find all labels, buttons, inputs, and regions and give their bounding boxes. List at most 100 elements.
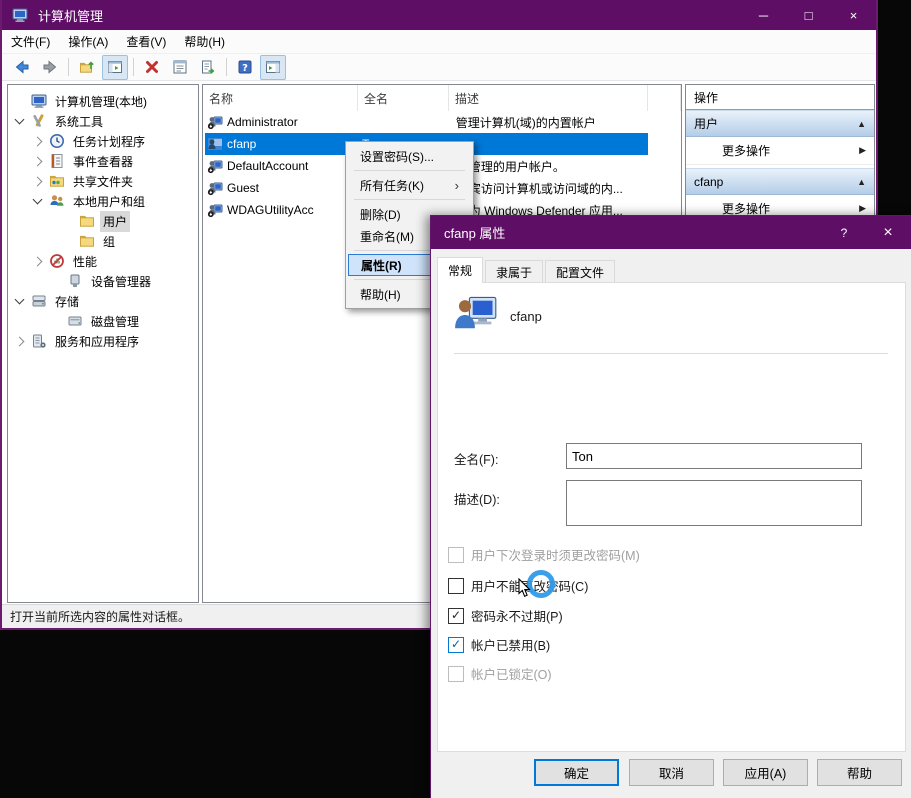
computer-icon bbox=[12, 7, 28, 23]
menu-item-all-tasks[interactable]: 所有任务(K) › bbox=[348, 174, 471, 196]
more-arrow-icon: ▶ bbox=[859, 145, 866, 155]
chevron-right-icon[interactable] bbox=[14, 336, 25, 346]
tab-member-of[interactable]: 隶属于 bbox=[485, 260, 544, 283]
menu-bar: 文件(F) 操作(A) 查看(V) 帮助(H) bbox=[2, 30, 876, 54]
list-row-administrator[interactable]: Administrator 管理计算机(域)的内置帐户 bbox=[205, 111, 648, 133]
dialog-help-button[interactable]: ? bbox=[822, 216, 866, 249]
column-header-extra[interactable] bbox=[648, 85, 681, 111]
menu-item-set-password[interactable]: 设置密码(S)... bbox=[348, 145, 471, 167]
close-button[interactable]: × bbox=[831, 0, 876, 30]
menu-separator bbox=[354, 199, 465, 200]
full-name-input[interactable] bbox=[566, 443, 862, 469]
cancel-button[interactable]: 取消 bbox=[629, 759, 714, 786]
help-icon[interactable] bbox=[232, 55, 258, 80]
tree-item-system-tools[interactable]: 系统工具 bbox=[14, 111, 106, 131]
folder-icon bbox=[79, 233, 95, 249]
chevron-down-icon[interactable] bbox=[32, 194, 43, 205]
submenu-arrow-icon: › bbox=[454, 177, 459, 193]
show-action-pane-icon[interactable] bbox=[260, 54, 286, 80]
show-console-tree-icon[interactable] bbox=[102, 54, 128, 80]
computer-icon bbox=[31, 93, 47, 109]
checkbox-account-disabled[interactable]: 帐户已禁用(B) bbox=[448, 635, 550, 654]
desktop: 计算机管理 ─ □ × 文件(F) 操作(A) 查看(V) 帮助(H) 计算机管… bbox=[0, 0, 911, 798]
tab-strip: 常规 隶属于 配置文件 bbox=[437, 257, 617, 283]
user-account-icon bbox=[207, 158, 223, 174]
description-input[interactable] bbox=[566, 480, 862, 526]
collapse-icon[interactable]: ▲ bbox=[857, 119, 866, 129]
tree-item-device-manager[interactable]: 设备管理器 bbox=[52, 271, 154, 291]
ok-button[interactable]: 确定 bbox=[534, 759, 619, 786]
actions-pane-title: 操作 bbox=[686, 85, 874, 110]
chevron-right-icon[interactable] bbox=[32, 136, 43, 146]
title-bar[interactable]: 计算机管理 ─ □ × bbox=[2, 0, 876, 30]
tree-item-computer-management[interactable]: 计算机管理(本地) bbox=[16, 91, 150, 111]
menu-file[interactable]: 文件(F) bbox=[2, 30, 59, 53]
chevron-down-icon[interactable] bbox=[14, 294, 25, 305]
forward-icon[interactable] bbox=[37, 55, 63, 80]
menu-separator bbox=[354, 170, 465, 171]
folder-icon bbox=[79, 213, 95, 229]
checkbox-checked-icon[interactable] bbox=[448, 636, 464, 653]
checkbox-icon[interactable] bbox=[448, 577, 464, 594]
menu-view[interactable]: 查看(V) bbox=[117, 30, 175, 53]
checkbox-icon bbox=[448, 546, 464, 563]
tree-item-users[interactable]: 用户 bbox=[64, 210, 131, 232]
tree-item-local-users-groups[interactable]: 本地用户和组 bbox=[32, 191, 148, 211]
apply-button[interactable]: 应用(A) bbox=[723, 759, 808, 786]
chevron-down-icon[interactable] bbox=[14, 114, 25, 125]
help-button[interactable]: 帮助 bbox=[817, 759, 902, 786]
column-header-description[interactable]: 描述 bbox=[449, 85, 648, 111]
console-tree-panel: 计算机管理(本地) 系统工具 任务计划程序 事件查看器 共享文件夹 本地用户和组… bbox=[7, 84, 199, 603]
collapse-icon[interactable]: ▲ bbox=[857, 177, 866, 187]
tree-item-shared-folders[interactable]: 共享文件夹 bbox=[32, 171, 136, 191]
menu-action[interactable]: 操作(A) bbox=[59, 30, 117, 53]
tree-item-event-viewer[interactable]: 事件查看器 bbox=[32, 151, 136, 171]
dialog-close-button[interactable]: × bbox=[866, 216, 910, 249]
delete-icon[interactable] bbox=[139, 55, 165, 80]
tree-item-services-applications[interactable]: 服务和应用程序 bbox=[14, 331, 142, 351]
actions-section-cfanp[interactable]: cfanp ▲ bbox=[686, 168, 874, 195]
chevron-right-icon[interactable] bbox=[32, 176, 43, 186]
chevron-right-icon[interactable] bbox=[32, 256, 43, 266]
dialog-title: cfanp 属性 bbox=[444, 226, 506, 241]
tree-item-performance[interactable]: 性能 bbox=[32, 251, 100, 271]
window-title: 计算机管理 bbox=[38, 8, 104, 24]
column-header-fullname[interactable]: 全名 bbox=[358, 85, 449, 111]
checkbox-password-never-expires[interactable]: 密码永不过期(P) bbox=[448, 606, 563, 625]
actions-section-users[interactable]: 用户 ▲ bbox=[686, 110, 874, 137]
up-one-level-icon[interactable] bbox=[74, 55, 100, 80]
toolbar-separator bbox=[226, 58, 227, 76]
back-icon[interactable] bbox=[9, 55, 35, 80]
tree-item-disk-management[interactable]: 磁盘管理 bbox=[52, 311, 142, 331]
clock-icon bbox=[49, 133, 65, 149]
description-label: 描述(D): bbox=[454, 493, 500, 507]
tab-general[interactable]: 常规 bbox=[437, 257, 484, 283]
storage-icon bbox=[31, 293, 47, 309]
device-icon bbox=[67, 273, 83, 289]
toolbar bbox=[2, 54, 876, 81]
user-account-selected-icon bbox=[207, 136, 223, 152]
chevron-right-icon[interactable] bbox=[32, 156, 43, 166]
dialog-user-name: cfanp bbox=[510, 309, 542, 324]
shared-folder-icon bbox=[49, 173, 65, 189]
performance-icon bbox=[49, 253, 65, 269]
tree-item-groups[interactable]: 组 bbox=[64, 231, 118, 251]
checkbox-checked-icon[interactable] bbox=[448, 607, 464, 624]
menu-help[interactable]: 帮助(H) bbox=[175, 30, 234, 53]
column-header-name[interactable]: 名称 bbox=[203, 85, 358, 111]
toolbar-separator bbox=[133, 58, 134, 76]
tree-item-storage[interactable]: 存储 bbox=[14, 291, 82, 311]
status-text: 打开当前所选内容的属性对话框。 bbox=[10, 610, 191, 624]
properties-icon[interactable] bbox=[167, 55, 193, 80]
checkbox-must-change-password: 用户下次登录时须更改密码(M) bbox=[448, 545, 640, 564]
more-actions-users[interactable]: 更多操作 ▶ bbox=[686, 137, 874, 165]
tab-profile[interactable]: 配置文件 bbox=[545, 260, 616, 283]
maximize-button[interactable]: □ bbox=[786, 0, 831, 30]
toolbar-separator bbox=[68, 58, 69, 76]
cfanp-properties-dialog: cfanp 属性 ? × 常规 隶属于 配置文件 cfanp 全名(F): 描述… bbox=[430, 215, 911, 798]
minimize-button[interactable]: ─ bbox=[741, 0, 786, 30]
general-tab-page: cfanp 全名(F): 描述(D): 用户下次登录时须更改密码(M) 用户不能… bbox=[437, 282, 906, 752]
export-list-icon[interactable] bbox=[195, 55, 221, 80]
user-picture-icon bbox=[454, 295, 498, 335]
tree-item-task-scheduler[interactable]: 任务计划程序 bbox=[32, 131, 148, 151]
